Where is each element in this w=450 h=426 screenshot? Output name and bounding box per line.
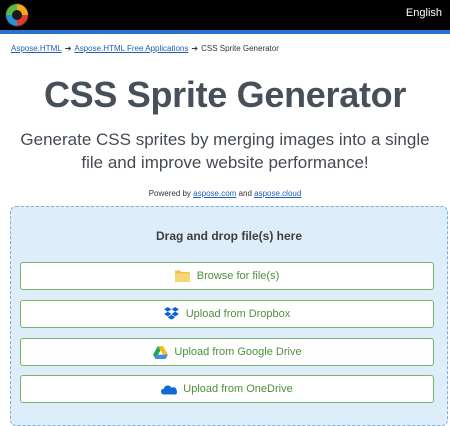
upload-onedrive-button[interactable]: Upload from OneDrive <box>20 375 434 403</box>
upload-google-drive-label: Upload from Google Drive <box>174 346 302 358</box>
aspose-com-link[interactable]: aspose.com <box>193 189 236 198</box>
aspose-logo-icon[interactable] <box>4 2 30 28</box>
header-accent-line <box>0 30 450 34</box>
language-selector[interactable]: English <box>406 7 442 19</box>
upload-dropbox-label: Upload from Dropbox <box>185 308 291 320</box>
dropbox-icon <box>164 307 180 321</box>
upload-onedrive-label: Upload from OneDrive <box>183 383 293 395</box>
folder-icon <box>175 269 191 283</box>
powered-by-line: Powered by aspose.com and aspose.cloud <box>0 189 450 198</box>
page-subtitle: Generate CSS sprites by merging images i… <box>20 130 430 172</box>
google-drive-icon <box>152 345 168 359</box>
breadcrumb: Aspose.HTML ➔ Aspose.HTML Free Application… <box>11 44 279 53</box>
top-navbar: English <box>0 0 450 30</box>
breadcrumb-link-aspose-html[interactable]: Aspose.HTML <box>11 44 62 53</box>
breadcrumb-current: CSS Sprite Generator <box>201 44 279 53</box>
breadcrumb-arrow-icon: ➔ <box>191 44 199 53</box>
page-title: CSS Sprite Generator <box>43 74 407 115</box>
breadcrumb-arrow-icon: ➔ <box>64 44 72 53</box>
upload-google-drive-button[interactable]: Upload from Google Drive <box>20 338 434 366</box>
browse-files-label: Browse for file(s) <box>196 270 280 282</box>
breadcrumb-link-free-applications[interactable]: Aspose.HTML Free Applications <box>74 44 188 53</box>
powered-by-prefix: Powered by <box>148 189 191 198</box>
aspose-cloud-link[interactable]: aspose.cloud <box>254 189 301 198</box>
powered-by-and: and <box>238 189 252 198</box>
file-dropzone[interactable]: Drag and drop file(s) here Browse for fi… <box>10 206 448 426</box>
upload-dropbox-button[interactable]: Upload from Dropbox <box>20 300 434 328</box>
dropzone-label: Drag and drop file(s) here <box>155 229 303 243</box>
browse-files-button[interactable]: Browse for file(s) <box>20 262 434 290</box>
onedrive-icon <box>161 382 178 396</box>
